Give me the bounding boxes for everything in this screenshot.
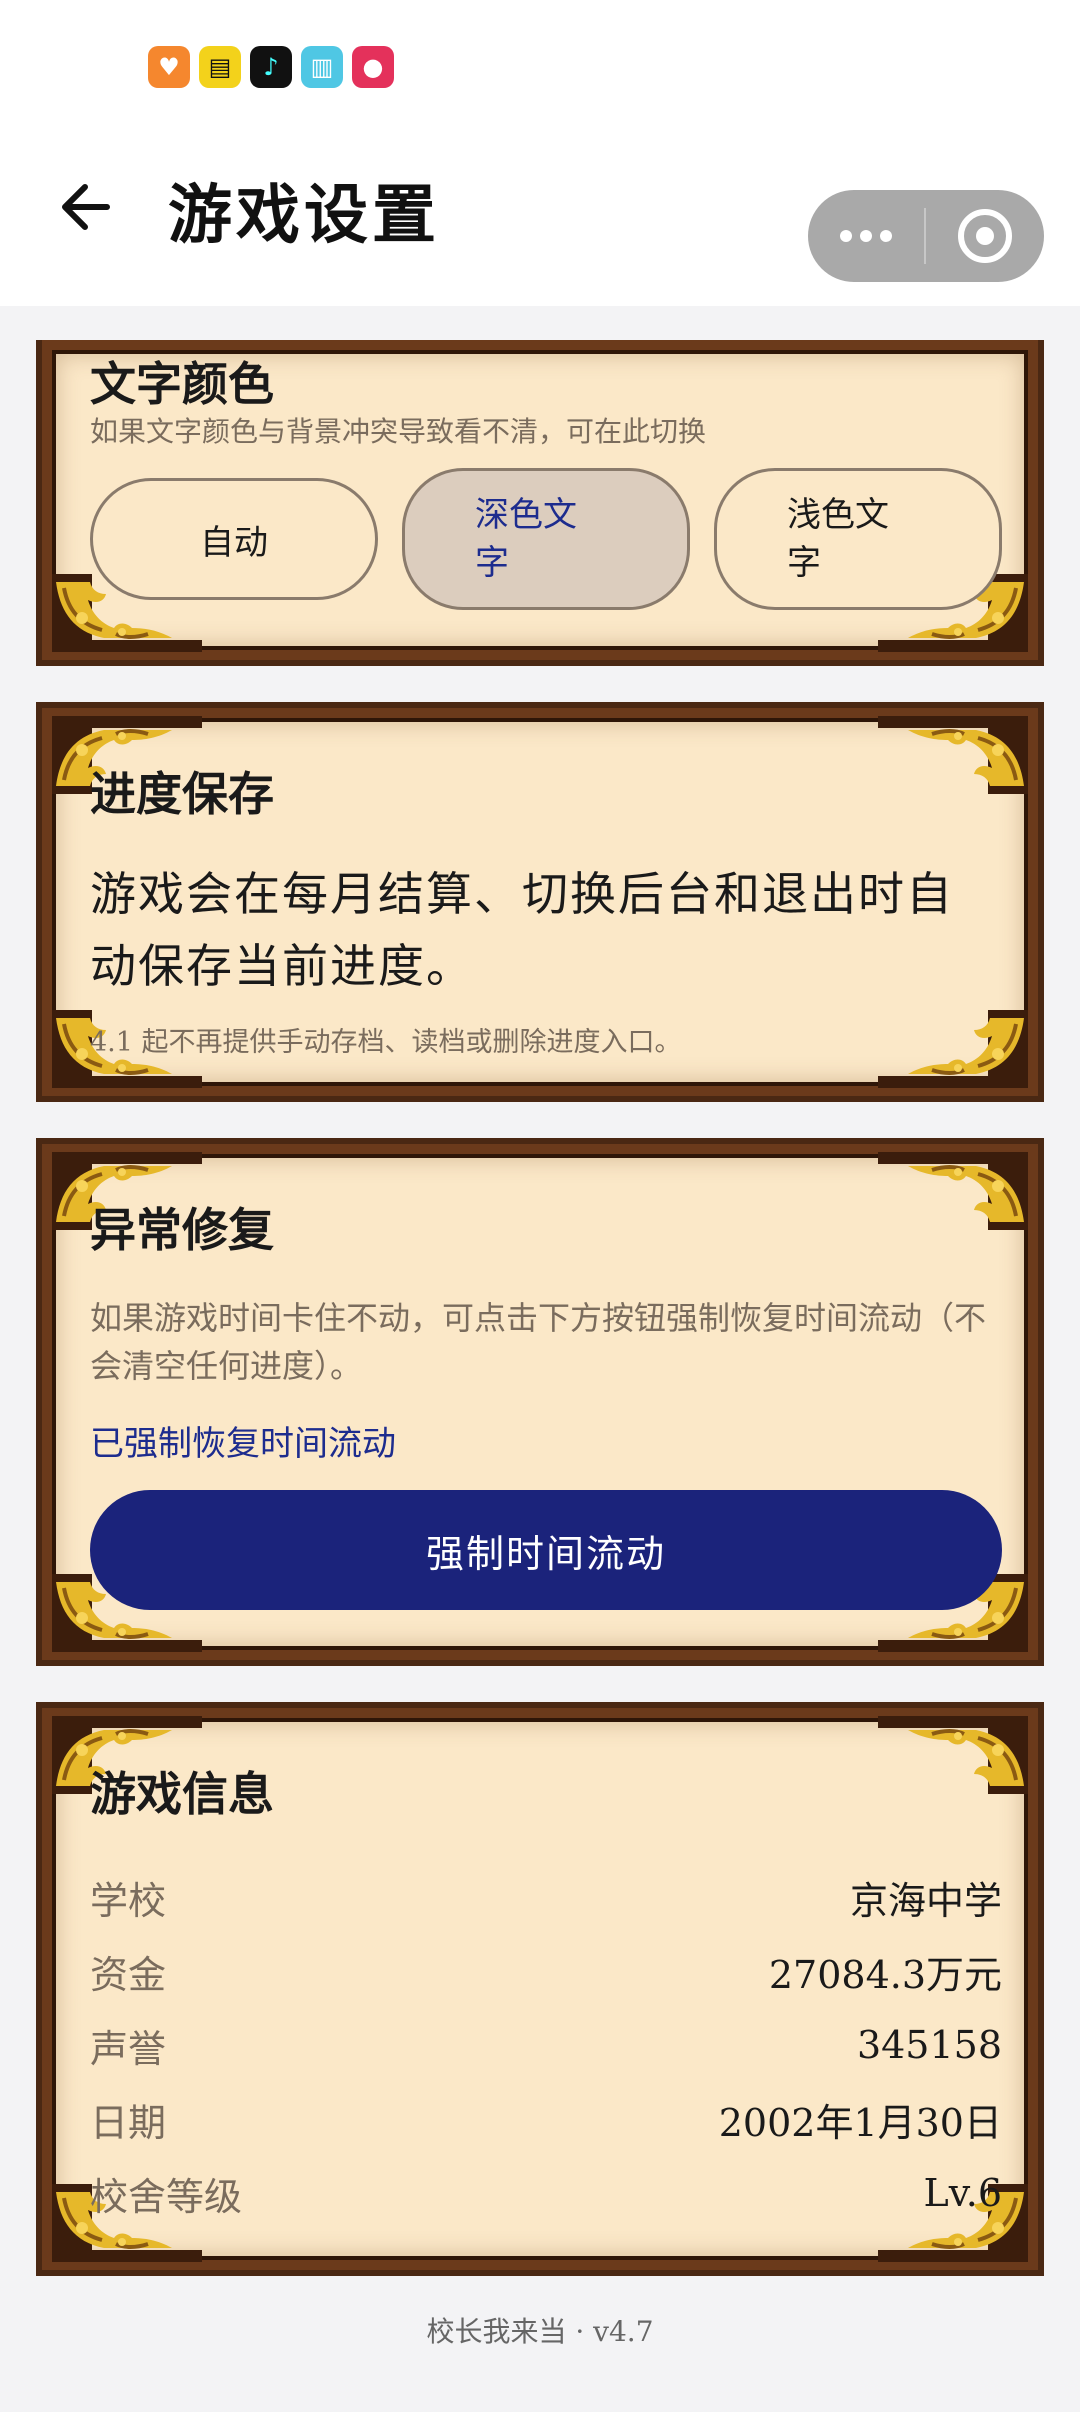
notification-icons: ♥ ▤ ♪ ▥ ● (148, 46, 394, 88)
progress-save-panel: 进度保存 游戏会在每月结算、切换后台和退出时自动保存当前进度。 4.1 起不再提… (36, 702, 1044, 1102)
more-dots-icon[interactable] (808, 190, 924, 282)
clapper-app-icon: ▤ (199, 46, 241, 88)
section-title: 游戏信息 (90, 1767, 274, 1821)
music-note-app-icon: ♪ (250, 46, 292, 88)
arrow-left-icon (62, 184, 110, 230)
info-value: 京海中学 (849, 1878, 1002, 1923)
section-title: 进度保存 (90, 767, 274, 821)
text-color-light-option[interactable]: 浅色文 字 (714, 468, 1002, 610)
info-value: Lv.6 (923, 2171, 1002, 2215)
page-title: 游戏设置 (168, 178, 440, 253)
option-label: 字 (787, 543, 821, 583)
section-description: 如果文字颜色与背景冲突导致看不清，可在此切换 (90, 415, 707, 448)
info-row-funds: 资金 27084.3万元 (90, 1934, 1002, 2008)
info-value: 345158 (856, 2023, 1002, 2067)
info-value: 2002年1月30日 (718, 2100, 1002, 2145)
info-key: 资金 (90, 1952, 167, 1997)
force-time-flow-button[interactable]: 强制时间流动 (90, 1490, 1002, 1610)
status-bar: ♥ ▤ ♪ ▥ ● (0, 0, 1080, 130)
save-note: 4.1 起不再提供手动存档、读档或删除进度入口。 (90, 1027, 682, 1058)
info-key: 日期 (90, 2100, 167, 2145)
section-title: 异常修复 (90, 1203, 274, 1257)
info-value: 27084.3万元 (768, 1952, 1002, 1997)
text-color-dark-option[interactable]: 深色文 字 (402, 468, 690, 610)
back-button[interactable] (50, 172, 120, 242)
info-row-school: 学校 京海中学 (90, 1860, 1002, 1934)
heart-app-icon: ♥ (148, 46, 190, 88)
text-color-panel: 文字颜色 如果文字颜色与背景冲突导致看不清，可在此切换 自动 深色文 字 浅色文… (36, 340, 1044, 666)
info-key: 声誉 (90, 2026, 167, 2071)
game-info-panel: 游戏信息 学校 京海中学 资金 27084.3万元 声誉 345158 日期 2… (36, 1702, 1044, 2276)
nav-bar: 游戏设置 (0, 130, 1080, 306)
section-title: 文字颜色 (90, 357, 274, 411)
face-app-icon: ● (352, 46, 394, 88)
save-explanation: 游戏会在每月结算、切换后台和退出时自动保存当前进度。 (90, 867, 954, 993)
repair-status-text: 已强制恢复时间流动 (90, 1424, 396, 1464)
option-label: 浅色文 (787, 495, 889, 535)
section-description: 如果游戏时间卡住不动，可点击下方按钮强制恢复时间流动（不会清空任何进度）。 (90, 1299, 987, 1385)
target-close-icon[interactable] (926, 190, 1044, 282)
option-label: 自动 (200, 522, 268, 563)
info-row-reputation: 声誉 345158 (90, 2008, 1002, 2082)
info-row-date: 日期 2002年1月30日 (90, 2082, 1002, 2156)
version-footer: 校长我来当 · v4.7 (426, 2315, 654, 2348)
option-label: 深色文 (475, 495, 577, 535)
info-key: 学校 (90, 1878, 167, 1923)
option-label: 字 (475, 543, 509, 583)
text-color-auto-option[interactable]: 自动 (90, 478, 378, 600)
info-key: 校舍等级 (90, 2174, 243, 2219)
mini-program-capsule (808, 190, 1044, 282)
book-app-icon: ▥ (301, 46, 343, 88)
repair-panel: 异常修复 如果游戏时间卡住不动，可点击下方按钮强制恢复时间流动（不会清空任何进度… (36, 1138, 1044, 1666)
info-row-building-level: 校舍等级 Lv.6 (90, 2156, 1002, 2230)
